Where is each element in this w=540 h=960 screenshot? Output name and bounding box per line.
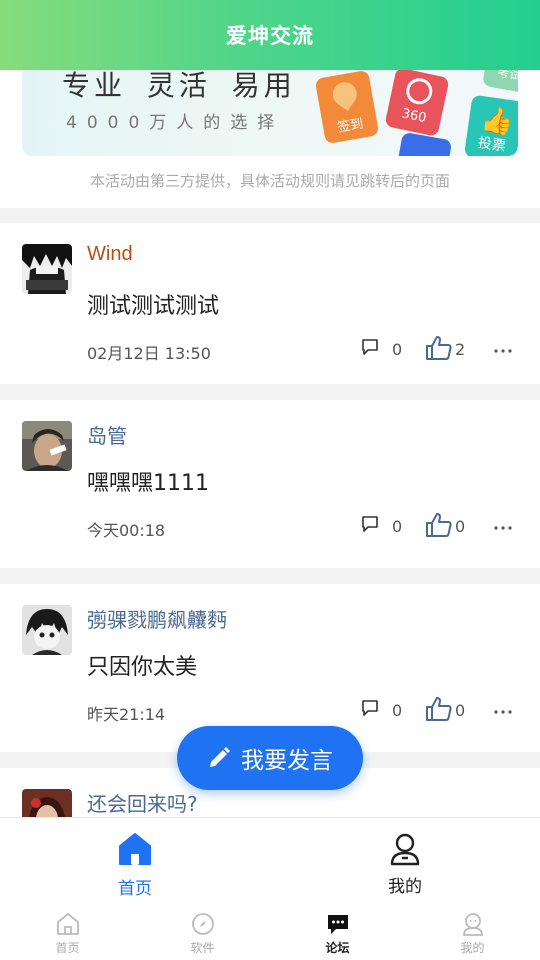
nav-software-label: 软件 <box>190 941 215 955</box>
compass-icon <box>192 913 214 935</box>
post-time: 02月12日 13:50 <box>87 344 211 363</box>
post-author[interactable]: 岛管 <box>87 420 127 449</box>
like-count: 2 <box>455 340 466 359</box>
comment-count: 0 <box>392 517 403 536</box>
location-pin-icon <box>328 77 362 111</box>
wheel-icon <box>403 75 435 107</box>
chat-bubble-icon <box>328 915 348 934</box>
lucky-wheel-card: 360 <box>384 70 450 137</box>
user-icon <box>390 833 420 866</box>
banner-disclaimer: 本活动由第三方提供，具体活动规则请见跳转后的页面 <box>89 172 450 190</box>
banner-subtitle: 4000万人的选择 <box>66 113 285 133</box>
blue-card <box>397 131 453 156</box>
banner-slogan: 专业 灵活 易用 <box>62 70 296 102</box>
comment-count: 0 <box>392 701 403 720</box>
post-item[interactable]: Wind 测试测试测试 02月12日 13:50 0 2 <box>0 223 540 384</box>
more-icon[interactable] <box>494 710 512 714</box>
like-count: 0 <box>455 517 466 536</box>
nav-forum[interactable]: 论坛 <box>270 912 405 958</box>
comment-icon[interactable] <box>361 700 379 716</box>
tab-mine-label: 我的 <box>388 877 422 897</box>
more-icon[interactable] <box>494 526 512 530</box>
post-author[interactable]: 还会回来吗? <box>87 788 198 817</box>
post-content[interactable]: 嘿嘿嘿1111 <box>87 465 209 497</box>
home-outline-icon <box>57 913 79 935</box>
app-root: 爱坤交流 专业 灵活 易用 4000万人的选择 签到 360 👍 投票 考试 本… <box>0 0 540 960</box>
post-item[interactable]: 岛管 嘿嘿嘿1111 今天00:18 0 0 <box>0 400 540 568</box>
banner-section: 专业 灵活 易用 4000万人的选择 签到 360 👍 投票 考试 本活动由第三… <box>0 70 540 208</box>
nav-mine-label: 我的 <box>460 941 485 955</box>
tab-home-label: 首页 <box>118 879 152 899</box>
tab-home[interactable]: 首页 <box>0 818 270 908</box>
new-post-label: 我要发言 <box>241 748 333 774</box>
nav-software[interactable]: 软件 <box>135 912 270 958</box>
user-outline-icon <box>463 913 483 936</box>
like-count: 0 <box>455 701 466 720</box>
lucky-wheel-card-label: 360 <box>400 106 428 127</box>
post-content[interactable]: 测试测试测试 <box>87 288 219 320</box>
post-author[interactable]: 彅骒戮鹏飙齉麪 <box>87 604 227 633</box>
avatar[interactable] <box>22 605 72 655</box>
like-icon[interactable] <box>425 696 453 722</box>
nav-mine[interactable]: 我的 <box>405 912 540 958</box>
comment-icon[interactable] <box>361 339 379 355</box>
post-content[interactable]: 只因你太美 <box>87 649 197 681</box>
tab-mine[interactable]: 我的 <box>270 818 540 908</box>
nav-home-label: 首页 <box>55 941 80 955</box>
exam-card: 考试 <box>482 70 518 95</box>
sign-in-card: 签到 <box>314 70 380 145</box>
comment-icon[interactable] <box>361 516 379 532</box>
more-icon[interactable] <box>494 349 512 353</box>
nav-home[interactable]: 首页 <box>0 912 135 958</box>
page-title: 爱坤交流 <box>226 24 314 48</box>
pencil-icon <box>210 747 230 767</box>
avatar[interactable] <box>22 421 72 471</box>
exam-card-label: 考试 <box>496 70 518 84</box>
avatar[interactable] <box>22 244 72 294</box>
promo-banner[interactable]: 专业 灵活 易用 4000万人的选择 签到 360 👍 投票 考试 <box>22 70 518 156</box>
post-author[interactable]: Wind <box>87 243 133 266</box>
sign-in-card-label: 签到 <box>336 116 365 136</box>
vote-card: 👍 投票 <box>463 94 518 156</box>
bottom-navigation: 首页 我的 首页 软件 论坛 我的 <box>0 817 540 960</box>
new-post-button[interactable]: 我要发言 <box>177 726 363 790</box>
comment-count: 0 <box>392 340 403 359</box>
header-bar: 爱坤交流 <box>0 0 540 70</box>
like-icon[interactable] <box>425 512 453 538</box>
post-time: 今天00:18 <box>87 521 166 540</box>
nav-forum-label: 论坛 <box>325 941 350 955</box>
post-time: 昨天21:14 <box>87 705 166 724</box>
like-icon[interactable] <box>425 335 453 361</box>
home-icon <box>119 833 151 865</box>
